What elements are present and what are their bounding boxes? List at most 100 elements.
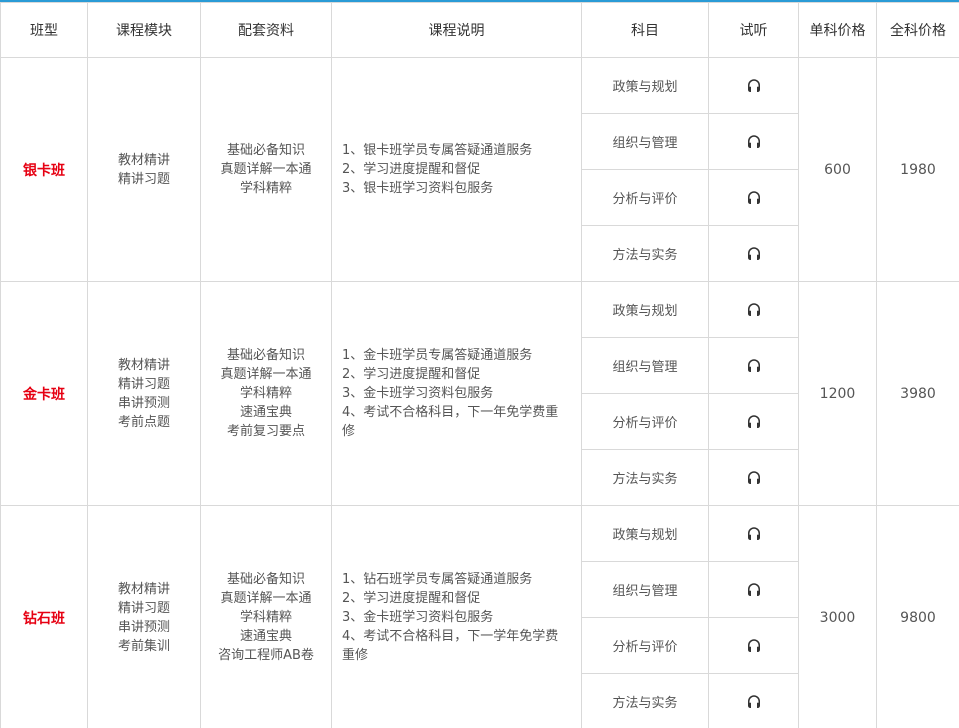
description-line: 1、银卡班学员专属答疑通道服务 <box>342 143 533 158</box>
material-item: 考前复习要点 <box>226 424 305 439</box>
subject-cell: 政策与规划 <box>581 57 709 114</box>
description-line: 3、金卡班学习资料包服务 <box>342 386 494 401</box>
subject-cell: 政策与规划 <box>581 505 709 562</box>
listen-cell <box>708 113 799 170</box>
module-item: 教材精讲 <box>117 581 170 597</box>
listen-cell <box>708 169 799 226</box>
full-price: 9800 <box>876 505 959 728</box>
material-item: 咨询工程师AB卷 <box>218 648 314 663</box>
headphones-icon[interactable] <box>745 357 763 375</box>
table-body: 银卡班 教材精讲 精讲习题 基础必备知识 真题详解一本通 学科精粹 1、银卡班学员专属答疑通… <box>0 57 959 728</box>
listen-cell <box>708 393 799 450</box>
header-full-price: 全科价格 <box>876 2 959 58</box>
headphones-icon[interactable] <box>745 245 763 263</box>
material-item: 学科精粹 <box>239 610 292 625</box>
headphones-icon[interactable] <box>745 581 763 599</box>
listen-cell <box>708 225 799 282</box>
headphones-icon[interactable] <box>745 693 763 711</box>
subject-cell: 政策与规划 <box>581 281 709 338</box>
description-line: 2、学习进度提醒和督促 <box>342 162 481 177</box>
material-item: 基础必备知识 <box>226 572 305 587</box>
tier-name: 钻石班 <box>0 505 88 728</box>
module-item: 精讲习题 <box>117 600 170 616</box>
description-line: 3、金卡班学习资料包服务 <box>342 610 494 625</box>
material-item: 基础必备知识 <box>226 348 305 363</box>
single-price: 3000 <box>798 505 877 728</box>
header-materials: 配套资料 <box>200 2 332 58</box>
listen-cell <box>708 449 799 506</box>
header-row: 班型 课程模块 配套资料 课程说明 科目 试听 单科价格 全科价格 <box>0 2 959 58</box>
subject-cell: 方法与实务 <box>581 449 709 506</box>
full-price: 1980 <box>876 57 959 282</box>
subject-cell: 组织与管理 <box>581 337 709 394</box>
table-row: 金卡班 教材精讲 精讲习题 串讲预测 考前点题 基础必备知识 真题详解一本通 学科精粹 速通宝典… <box>0 281 959 506</box>
description-line: 1、金卡班学员专属答疑通道服务 <box>342 348 533 363</box>
description-line: 4、考试不合格科目，下一年免学费重修 <box>342 405 559 439</box>
module-item: 教材精讲 <box>117 357 170 373</box>
material-item: 真题详解一本通 <box>220 367 312 382</box>
tier-modules: 教材精讲 精讲习题 串讲预测 考前点题 <box>87 281 201 506</box>
module-item: 精讲习题 <box>117 171 170 187</box>
module-item: 考前集训 <box>117 638 170 654</box>
module-item: 教材精讲 <box>117 152 170 168</box>
material-item: 速通宝典 <box>239 629 292 644</box>
header-description: 课程说明 <box>331 2 582 58</box>
subject-cell: 组织与管理 <box>581 113 709 170</box>
headphones-icon[interactable] <box>745 637 763 655</box>
description-line: 4、考试不合格科目，下一学年免学费重修 <box>342 629 559 663</box>
table-row: 钻石班 教材精讲 精讲习题 串讲预测 考前集训 基础必备知识 真题详解一本通 学科精粹 速通宝典… <box>0 505 959 728</box>
header-listen: 试听 <box>708 2 799 58</box>
subject-cell: 方法与实务 <box>581 673 709 728</box>
headphones-icon[interactable] <box>745 469 763 487</box>
listen-cell <box>708 561 799 618</box>
material-item: 真题详解一本通 <box>220 162 312 177</box>
subject-cell: 分析与评价 <box>581 393 709 450</box>
listen-cell <box>708 505 799 562</box>
subject-cell: 分析与评价 <box>581 617 709 674</box>
headphones-icon[interactable] <box>745 77 763 95</box>
module-item: 串讲预测 <box>117 395 170 411</box>
module-item: 考前点题 <box>117 414 170 430</box>
tier-description: 1、金卡班学员专属答疑通道服务 2、学习进度提醒和督促 3、金卡班学习资料包服务 4、… <box>331 281 582 506</box>
subject-cell: 分析与评价 <box>581 169 709 226</box>
description-line: 2、学习进度提醒和督促 <box>342 591 481 606</box>
material-item: 学科精粹 <box>239 386 292 401</box>
listen-cell <box>708 673 799 728</box>
single-price: 1200 <box>798 281 877 506</box>
material-item: 基础必备知识 <box>226 143 305 158</box>
course-table-page: 班型 课程模块 配套资料 课程说明 科目 试听 单科价格 全科价格 银卡班教材精… <box>0 0 959 728</box>
listen-cell <box>708 281 799 338</box>
header-single-price: 单科价格 <box>798 2 877 58</box>
course-pricing-table: 班型 课程模块 配套资料 课程说明 科目 试听 单科价格 全科价格 银卡班教材精… <box>0 2 959 728</box>
tier-modules: 教材精讲 精讲习题 <box>87 57 201 282</box>
listen-cell <box>708 337 799 394</box>
subject-cell: 组织与管理 <box>581 561 709 618</box>
material-item: 真题详解一本通 <box>220 591 312 606</box>
headphones-icon[interactable] <box>745 189 763 207</box>
single-price: 600 <box>798 57 877 282</box>
material-item: 学科精粹 <box>239 181 292 196</box>
headphones-icon[interactable] <box>745 133 763 151</box>
subject-cell: 方法与实务 <box>581 225 709 282</box>
description-line: 1、钻石班学员专属答疑通道服务 <box>342 572 533 587</box>
material-item: 速通宝典 <box>239 405 292 420</box>
listen-cell <box>708 617 799 674</box>
full-price: 3980 <box>876 281 959 506</box>
tier-description: 1、银卡班学员专属答疑通道服务 2、学习进度提醒和督促 3、银卡班学习资料包服务 <box>331 57 582 282</box>
header-subject: 科目 <box>581 2 709 58</box>
header-tier: 班型 <box>0 2 88 58</box>
header-modules: 课程模块 <box>87 2 201 58</box>
description-line: 2、学习进度提醒和督促 <box>342 367 481 382</box>
table-row: 银卡班 教材精讲 精讲习题 基础必备知识 真题详解一本通 学科精粹 1、银卡班学员专属答疑通… <box>0 57 959 282</box>
headphones-icon[interactable] <box>745 301 763 319</box>
tier-modules: 教材精讲精讲习题串讲预测考前集训 <box>87 505 201 728</box>
tier-name: 金卡班 <box>0 281 88 506</box>
headphones-icon[interactable] <box>745 525 763 543</box>
tier-materials: 基础必备知识 真题详解一本通 学科精粹速通宝典考前复习要点 <box>200 281 332 506</box>
tier-name: 银卡班 <box>0 57 88 282</box>
listen-cell <box>708 57 799 114</box>
description-line: 3、银卡班学习资料包服务 <box>342 181 494 196</box>
tier-materials: 基础必备知识 真题详解一本通 学科精粹速通宝典咨询工程师AB卷 <box>200 505 332 728</box>
module-item: 串讲预测 <box>117 619 170 635</box>
headphones-icon[interactable] <box>745 413 763 431</box>
